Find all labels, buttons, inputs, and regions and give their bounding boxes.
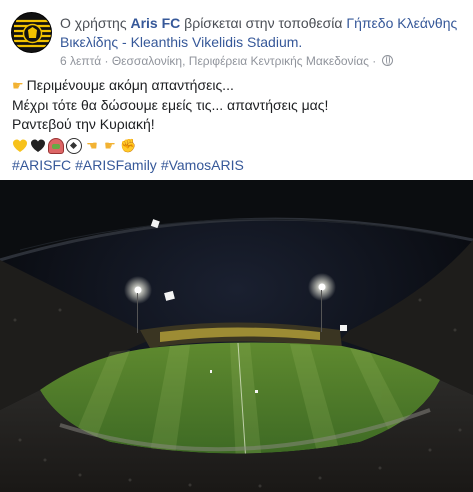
hashtag-link[interactable]: #ARISFamily	[75, 157, 157, 173]
post-meta: 6 λεπτά · Θεσσαλονίκη, Περιφέρεια Κεντρι…	[60, 53, 393, 69]
meta-separator: ·	[104, 54, 109, 68]
body-line-2: Μέχρι τότε θα δώσουμε εμείς τις... απαντ…	[12, 96, 329, 113]
post-headline: Ο χρήστης Aris FC βρίσκεται στην τοποθεσ…	[60, 14, 468, 52]
body-line-3: Ραντεβού την Κυριακή!	[12, 116, 155, 132]
headline-prefix: Ο χρήστης	[60, 15, 127, 31]
yellow-heart-icon	[12, 138, 28, 154]
post-time-link[interactable]: 6 λεπτά	[60, 54, 101, 68]
page-avatar[interactable]	[11, 12, 52, 53]
hashtag-link[interactable]: #VamosARIS	[161, 157, 244, 173]
globe-icon[interactable]	[381, 55, 393, 66]
headline-location-text: βρίσκεται στην τοποθεσία	[184, 15, 343, 31]
stadium-photo[interactable]	[0, 180, 473, 492]
soccer-ball-icon	[66, 137, 82, 154]
body-line-1: ☛ Περιμένουμε ακόμη απαντήσεις...	[12, 76, 467, 96]
hashtags: #ARISFC #ARISFamily #VamosARIS	[12, 156, 467, 176]
hashtag-link[interactable]: #ARISFC	[12, 157, 71, 173]
pointing-hand-icon: ☚	[86, 137, 98, 153]
stadium-icon	[48, 137, 64, 154]
post-place-link[interactable]: Θεσσαλονίκη, Περιφέρεια Κεντρικής Μακεδο…	[112, 54, 369, 68]
pointing-hand-icon: ☛	[12, 78, 24, 93]
facebook-post: Ο χρήστης Aris FC βρίσκεται στην τοποθεσ…	[0, 0, 473, 492]
page-name-link[interactable]: Aris FC	[130, 15, 180, 31]
emoji-row: ☚ ☛ ✊	[12, 136, 467, 156]
meta-separator: ·	[372, 54, 377, 68]
body-line-1-text: Περιμένουμε ακόμη απαντήσεις...	[26, 77, 234, 93]
post-header: Ο χρήστης Aris FC βρίσκεται στην τοποθεσ…	[0, 0, 473, 70]
post-body: ☛ Περιμένουμε ακόμη απαντήσεις... Μέχρι τ…	[12, 76, 467, 175]
pointing-hand-icon: ☛	[104, 137, 116, 153]
fist-icon: ✊	[120, 137, 137, 153]
black-heart-icon	[30, 138, 46, 154]
